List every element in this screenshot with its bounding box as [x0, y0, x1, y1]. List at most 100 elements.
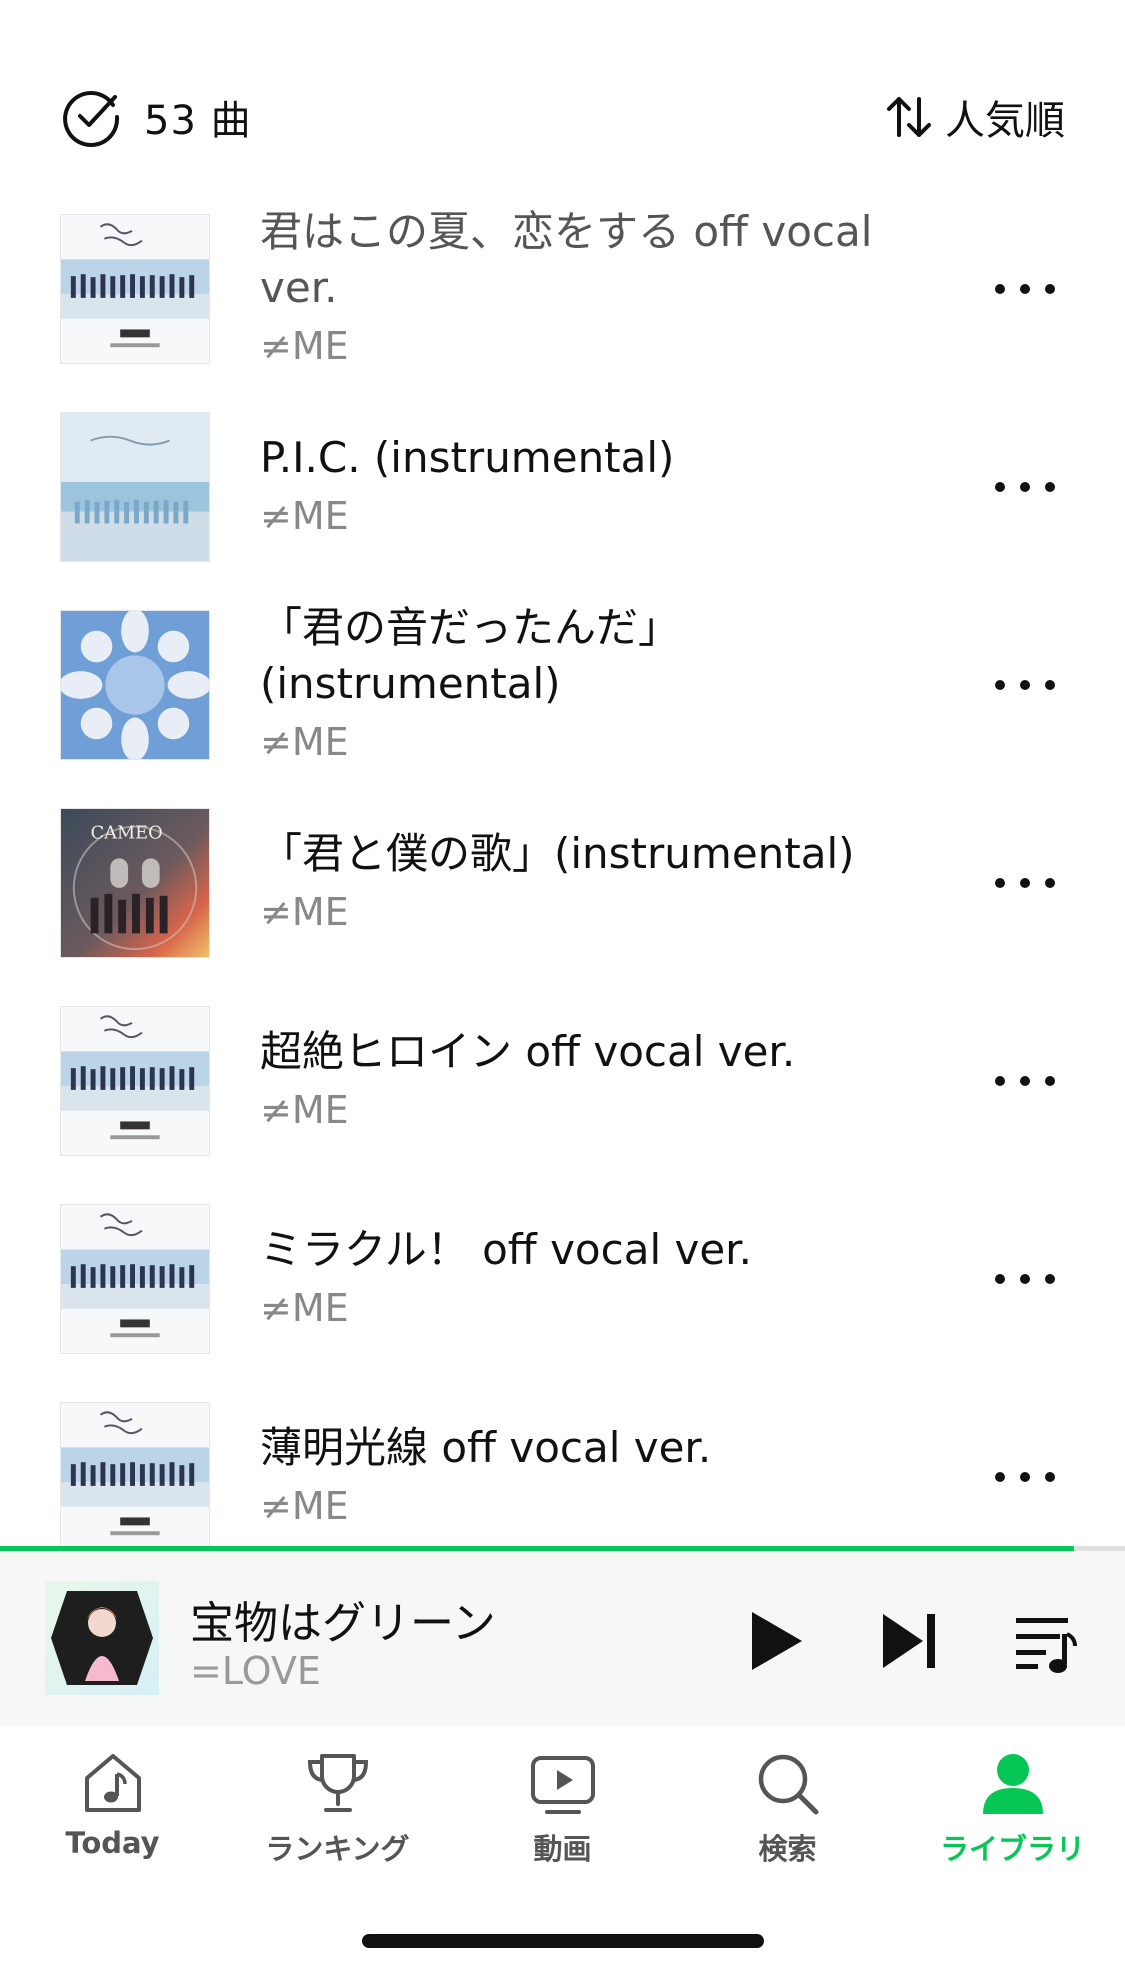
album-cover: [60, 412, 210, 562]
track-row[interactable]: P.I.C. (instrumental) ≠ME: [0, 388, 1125, 586]
now-playing-artist: =LOVE: [190, 1649, 321, 1693]
album-cover: [60, 610, 210, 760]
sort-arrows-icon: [887, 97, 931, 137]
album-cover: [60, 1402, 210, 1546]
more-dot-icon: [1045, 680, 1055, 690]
track-row[interactable]: 「君の音だったんだ」(instrumental) ≠ME: [0, 586, 1125, 784]
more-dot-icon: [1045, 482, 1055, 492]
track-artist: ≠ME: [260, 324, 349, 368]
more-dot-icon: [1020, 482, 1030, 492]
tab-label: Today: [65, 1826, 160, 1860]
sea-group-cover-art: [61, 413, 209, 561]
play-button[interactable]: [740, 1606, 810, 1676]
more-options-button[interactable]: [995, 1061, 1055, 1101]
more-dot-icon: [995, 1472, 1005, 1482]
more-dot-icon: [1020, 284, 1030, 294]
more-options-button[interactable]: [995, 1259, 1055, 1299]
more-dot-icon: [995, 1274, 1005, 1284]
track-artist: ≠ME: [260, 494, 349, 538]
more-dot-icon: [995, 680, 1005, 690]
more-options-button[interactable]: [995, 269, 1055, 309]
more-dot-icon: [1045, 878, 1055, 888]
more-dot-icon: [1020, 878, 1030, 888]
trophy-icon: [307, 1754, 368, 1812]
queue-list-icon: [1016, 1618, 1077, 1673]
more-dot-icon: [1020, 680, 1030, 690]
skip-next-icon: [883, 1614, 935, 1668]
more-options-button[interactable]: [995, 467, 1055, 507]
next-track-button[interactable]: [875, 1606, 945, 1676]
track-artist: ≠ME: [260, 890, 349, 934]
beach-group-cover-art: [61, 1007, 209, 1155]
more-options-button[interactable]: [995, 665, 1055, 705]
tab-label: ライブラリ: [939, 1832, 1085, 1866]
now-playing-cover-art: [45, 1581, 159, 1695]
track-row[interactable]: 君はこの夏、恋をする off vocal ver. ≠ME: [0, 190, 1125, 388]
cameo-cover-art: CAMEO: [61, 809, 209, 957]
album-cover: [60, 1006, 210, 1156]
library-header: 53 曲 人気順: [60, 72, 1065, 162]
track-title: 薄明光線 off vocal ver.: [260, 1423, 712, 1472]
more-dot-icon: [1020, 1472, 1030, 1482]
track-artist: ≠ME: [260, 1286, 349, 1330]
more-dot-icon: [1020, 1274, 1030, 1284]
sort-button[interactable]: 人気順: [883, 88, 1065, 146]
tab-today[interactable]: Today: [0, 1748, 225, 1898]
tab-video[interactable]: 動画: [450, 1748, 675, 1898]
track-title: 「君と僕の歌」(instrumental): [260, 829, 855, 878]
more-options-button[interactable]: [995, 1457, 1055, 1497]
more-dot-icon: [1045, 284, 1055, 294]
album-cover: CAMEO: [60, 808, 210, 958]
tab-library[interactable]: ライブラリ: [900, 1748, 1125, 1898]
more-dot-icon: [1045, 1472, 1055, 1482]
track-title: 超絶ヒロイン off vocal ver.: [260, 1027, 796, 1076]
search-icon: [758, 1754, 818, 1815]
track-row[interactable]: 超絶ヒロイン off vocal ver. ≠ME: [0, 982, 1125, 1180]
track-list[interactable]: 君はこの夏、恋をする off vocal ver. ≠ME P.I.C. (in…: [0, 190, 1125, 1546]
beach-group-cover-art: [61, 215, 209, 363]
album-cover: [60, 214, 210, 364]
mini-player[interactable]: 宝物はグリーン =LOVE: [0, 1551, 1125, 1726]
more-dot-icon: [1020, 1076, 1030, 1086]
track-title: ミラクル！ off vocal ver.: [260, 1225, 752, 1274]
tab-search[interactable]: 検索: [675, 1748, 900, 1898]
more-dot-icon: [995, 284, 1005, 294]
track-count: 53 曲: [144, 98, 252, 144]
person-icon: [982, 1754, 1043, 1814]
blue-circle-cover-art: [61, 611, 209, 759]
check-circle-icon[interactable]: [60, 86, 122, 148]
cameo-title-text: CAMEO: [91, 824, 163, 844]
track-title: 「君の音だったんだ」(instrumental): [260, 603, 681, 708]
track-artist: ≠ME: [260, 1484, 349, 1528]
home-indicator: [362, 1934, 764, 1948]
tab-ranking[interactable]: ランキング: [225, 1748, 450, 1898]
track-row[interactable]: CAMEO 「君と僕の歌」(instrumental) ≠ME: [0, 784, 1125, 982]
select-all-group[interactable]: 53 曲: [60, 86, 252, 148]
video-play-icon: [530, 1756, 595, 1814]
track-title: P.I.C. (instrumental): [260, 433, 675, 482]
now-playing-title[interactable]: 宝物はグリーン: [190, 1587, 496, 1651]
more-dot-icon: [995, 1076, 1005, 1086]
beach-group-cover-art: [61, 1205, 209, 1353]
tab-label: ランキング: [265, 1832, 410, 1866]
tab-label: 検索: [758, 1832, 817, 1866]
album-cover: [60, 1204, 210, 1354]
track-artist: ≠ME: [260, 720, 349, 764]
bottom-tab-bar: Today ランキング 動画 検索 ライブラリ: [0, 1726, 1125, 1916]
track-title: 君はこの夏、恋をする off vocal ver.: [260, 207, 873, 312]
music-note-home-icon: [84, 1754, 141, 1812]
track-artist: ≠ME: [260, 1088, 349, 1132]
track-row[interactable]: 薄明光線 off vocal ver. ≠ME: [0, 1378, 1125, 1546]
play-icon: [752, 1612, 802, 1670]
sort-label: 人気順: [945, 98, 1065, 144]
more-options-button[interactable]: [995, 863, 1055, 903]
more-dot-icon: [995, 482, 1005, 492]
track-row[interactable]: ミラクル！ off vocal ver. ≠ME: [0, 1180, 1125, 1378]
more-dot-icon: [1045, 1274, 1055, 1284]
now-playing-cover: [45, 1581, 159, 1695]
more-dot-icon: [1045, 1076, 1055, 1086]
tab-label: 動画: [533, 1832, 592, 1866]
more-dot-icon: [995, 878, 1005, 888]
beach-group-cover-art: [61, 1403, 209, 1546]
queue-button[interactable]: [1010, 1606, 1080, 1676]
